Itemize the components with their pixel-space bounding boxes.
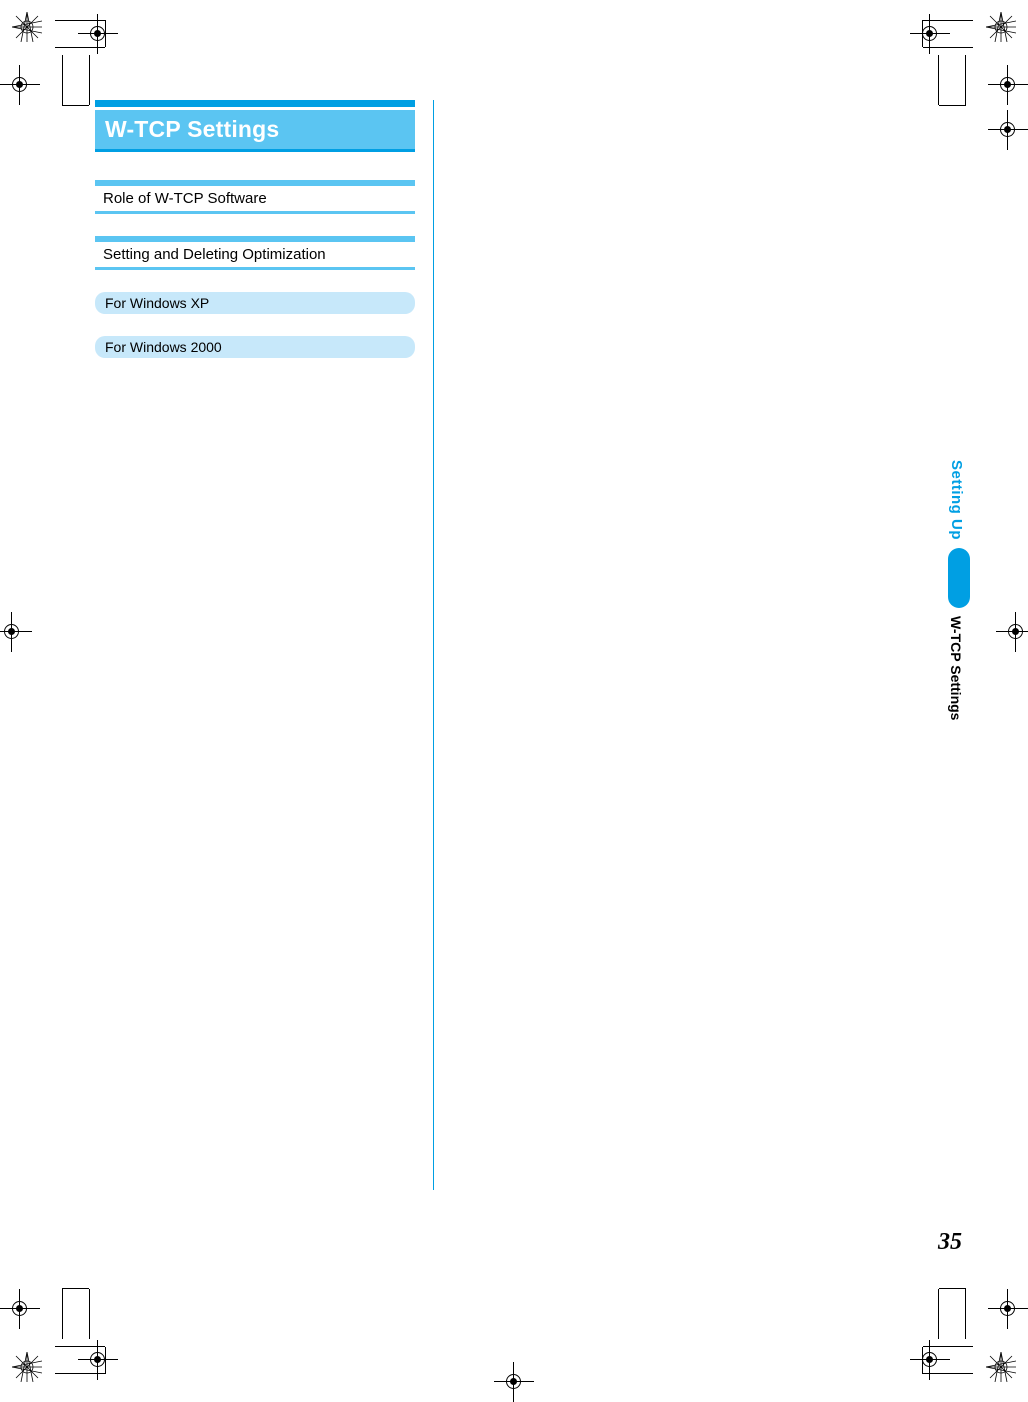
os-item: For Windows 2000 [95,336,415,358]
os-item: For Windows XP [95,292,415,314]
registration-mark-icon [988,1289,1028,1329]
starburst-icon [12,12,42,42]
print-marks-top-right [888,0,1028,145]
os-item-text: For Windows 2000 [105,339,222,355]
registration-mark-icon [910,14,950,54]
subsection-text: Setting and Deleting Optimization [103,246,326,263]
side-tab-topic: W-TCP Settings [948,610,964,720]
page-number: 35 [938,1229,962,1256]
section-title-text: W-TCP Settings [105,116,279,142]
section-title: W-TCP Settings [95,100,415,152]
left-column: W-TCP Settings Role of W-TCP Software Se… [95,100,415,380]
registration-mark-icon [988,65,1028,105]
registration-mark-icon [0,65,40,105]
registration-mark-icon [0,612,32,652]
registration-mark-icon [494,1362,534,1402]
registration-mark-icon [78,14,118,54]
registration-mark-icon [996,612,1028,652]
print-marks-bottom-right [888,1249,1028,1394]
print-marks-bottom-left [0,1249,140,1394]
side-tab-category: Setting Up [948,460,965,546]
side-thumb-tab: Setting Up W-TCP Settings [948,460,972,720]
os-item-text: For Windows XP [105,295,209,311]
side-tab-badge [948,548,970,608]
page-content: W-TCP Settings Role of W-TCP Software Se… [95,100,855,1200]
starburst-icon [12,1352,42,1382]
starburst-icon [986,12,1016,42]
subsection-heading: Role of W-TCP Software [95,180,415,214]
registration-mark-icon [0,1289,40,1329]
registration-mark-icon [78,1340,118,1380]
registration-mark-icon [910,1340,950,1380]
subsection-text: Role of W-TCP Software [103,190,267,207]
starburst-icon [986,1352,1016,1382]
subsection-heading: Setting and Deleting Optimization [95,236,415,270]
registration-mark-icon [988,110,1028,150]
column-divider [433,100,434,1190]
